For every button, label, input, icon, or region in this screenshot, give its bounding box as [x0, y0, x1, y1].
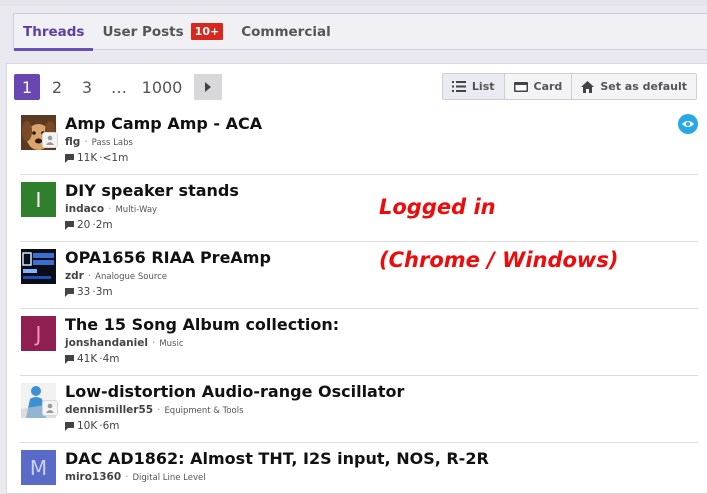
view-switcher: List Card Set as default [441, 73, 697, 100]
thread-forum[interactable]: Analogue Source [95, 272, 167, 282]
avatar[interactable]: J [21, 316, 56, 351]
set-default-label: Set as default [600, 80, 687, 93]
tab-commercial-label: Commercial [241, 23, 331, 40]
thread-forum[interactable]: Music [159, 339, 183, 349]
thread-meta: jonshandaniel · Music [65, 337, 184, 349]
tab-bar: Threads User Posts 10+ Commercial [13, 13, 707, 51]
eye-icon[interactable] [678, 114, 698, 134]
tab-user-posts-label: User Posts [102, 23, 184, 40]
thread-title[interactable]: DIY speaker stands [65, 181, 239, 200]
avatar[interactable]: M [21, 450, 56, 485]
page-1-button[interactable]: 1 [14, 74, 40, 100]
thread-meta: miro1360 · Digital Line Level [65, 471, 206, 483]
thread-title[interactable]: DAC AD1862: Almost THT, I2S input, NOS, … [65, 449, 489, 468]
annotation-browser: (Chrome / Windows) [379, 248, 619, 272]
page-ellipsis: … [111, 77, 127, 97]
set-default-button[interactable]: Set as default [572, 74, 696, 99]
list-view-button[interactable]: List [442, 74, 505, 99]
tab-threads-label: Threads [23, 23, 85, 40]
thread-author[interactable]: flg [65, 136, 80, 148]
card-icon [513, 81, 528, 92]
thread-list: Amp Camp Amp - ACA flg · Pass Labs 11K · <1m… [20, 108, 698, 494]
last-activity: 4m [102, 353, 120, 365]
meta-separator: · [125, 471, 129, 483]
avatar[interactable]: I [21, 182, 56, 217]
thread-list-panel: 1 2 3 … 1000 List Card Set as default Am… [6, 63, 707, 494]
comment-icon [65, 287, 74, 297]
comment-icon [65, 220, 74, 230]
page-3-button[interactable]: 3 [74, 74, 100, 100]
avatar[interactable] [21, 249, 56, 284]
meta-separator: · [151, 337, 156, 349]
user-default-icon [42, 400, 58, 416]
thread-stats: 20 · 2m [65, 219, 113, 231]
reply-count: 33 [77, 286, 91, 298]
last-activity: 2m [95, 219, 113, 231]
thread-meta: indaco · Multi-Way [65, 203, 157, 215]
thread-forum[interactable]: Digital Line Level [133, 473, 206, 483]
thread-stats: 11K · <1m [65, 152, 128, 164]
pagination: 1 2 3 … 1000 [14, 74, 226, 100]
tab-threads[interactable]: Threads [14, 13, 94, 51]
thread-meta: dennismiller55 · Equipment & Tools [65, 404, 244, 416]
last-activity: <1m [102, 152, 129, 164]
thread-title[interactable]: Amp Camp Amp - ACA [65, 114, 262, 133]
list-view-label: List [471, 80, 495, 93]
meta-separator: · [108, 203, 112, 215]
thread-author[interactable]: jonshandaniel [65, 337, 148, 349]
thread-author[interactable]: indaco [65, 203, 104, 215]
thread-forum[interactable]: Pass Labs [92, 138, 133, 148]
thread-row[interactable]: Low-distortion Audio-range Oscillator de… [20, 376, 698, 443]
thread-row[interactable]: Amp Camp Amp - ACA flg · Pass Labs 11K · <1m [20, 108, 698, 175]
chevron-right-icon[interactable] [194, 74, 222, 100]
thread-author[interactable]: dennismiller55 [65, 404, 153, 416]
last-activity: 3m [95, 286, 113, 298]
list-icon [451, 81, 466, 92]
thread-meta: flg · Pass Labs [65, 136, 133, 148]
page-2-button[interactable]: 2 [44, 74, 70, 100]
comment-icon [65, 421, 74, 431]
user-default-icon [42, 132, 58, 148]
last-activity: 6m [102, 420, 120, 432]
thread-forum[interactable]: Multi-Way [115, 205, 157, 215]
comment-icon [65, 153, 74, 163]
thread-stats: 10K · 6m [65, 420, 120, 432]
reply-count: 20 [77, 219, 91, 231]
home-icon [581, 80, 595, 93]
thread-stats: 33 · 3m [65, 286, 113, 298]
top-strip [0, 0, 707, 6]
annotation-logged-in: Logged in [379, 195, 496, 219]
thread-row[interactable]: J The 15 Song Album collection: jonshand… [20, 309, 698, 376]
tab-commercial[interactable]: Commercial [232, 13, 340, 50]
thread-forum[interactable]: Equipment & Tools [164, 406, 243, 416]
thread-author[interactable]: zdr [65, 270, 84, 282]
tab-user-posts[interactable]: User Posts 10+ [93, 13, 232, 50]
thread-row[interactable]: I DIY speaker stands indaco · Multi-Way 20… [20, 175, 698, 242]
page-last-button[interactable]: 1000 [138, 74, 186, 100]
reply-count: 41K [77, 353, 98, 365]
thread-title[interactable]: OPA1656 RIAA PreAmp [65, 248, 271, 267]
card-view-button[interactable]: Card [504, 74, 573, 99]
reply-count: 10K [77, 420, 98, 432]
thread-meta: zdr · Analogue Source [65, 270, 167, 282]
thread-author[interactable]: miro1360 [65, 471, 121, 483]
comment-icon [65, 354, 74, 364]
notification-badge: 10+ [190, 23, 224, 40]
card-view-label: Card [533, 80, 563, 93]
meta-separator: · [157, 404, 161, 416]
thread-stats: 41K · 4m [65, 353, 120, 365]
reply-count: 11K [77, 152, 98, 164]
thread-title[interactable]: The 15 Song Album collection: [65, 315, 339, 334]
display-photo-icon [21, 249, 56, 284]
meta-separator: · [84, 136, 88, 148]
meta-separator: · [87, 270, 92, 282]
thread-row[interactable]: M DAC AD1862: Almost THT, I2S input, NOS… [20, 443, 698, 494]
thread-title[interactable]: Low-distortion Audio-range Oscillator [65, 382, 404, 401]
